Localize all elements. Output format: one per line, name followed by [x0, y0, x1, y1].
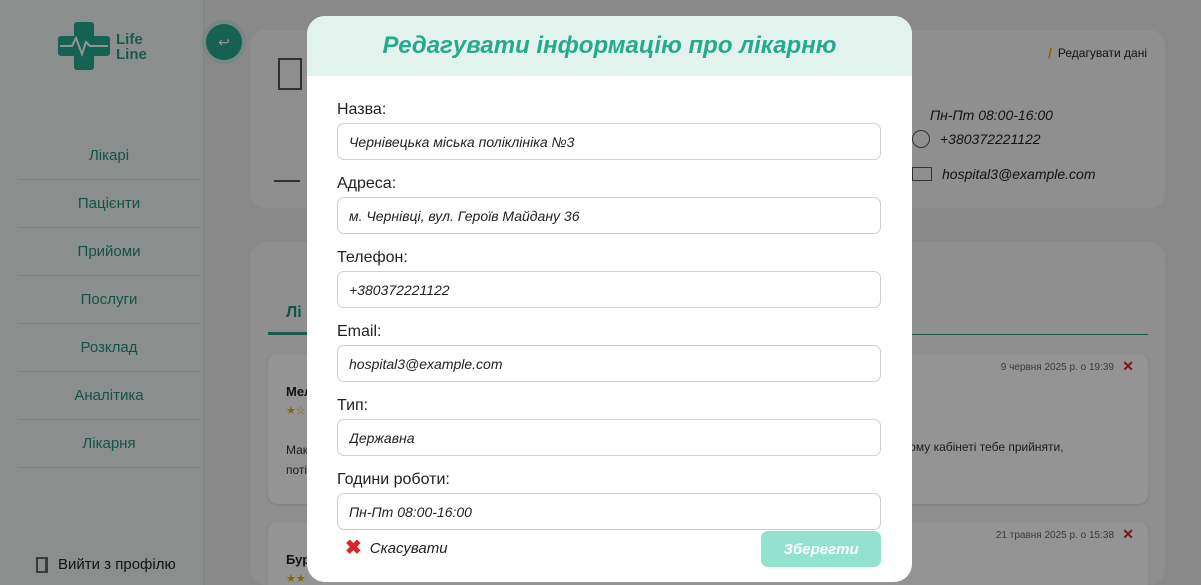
- field-label-phone: Телефон:: [337, 249, 408, 266]
- field-phone: Телефон:: [337, 248, 881, 308]
- field-email: Email:: [337, 322, 881, 382]
- hours-input[interactable]: [337, 493, 881, 530]
- email-input[interactable]: [337, 345, 881, 382]
- cancel-label: Скасувати: [369, 539, 448, 557]
- modal-title: Редагувати інформацію про лікарню: [382, 32, 837, 59]
- type-input[interactable]: [337, 419, 881, 456]
- field-label-type: Тип:: [337, 397, 369, 414]
- save-button[interactable]: Зберегти: [761, 531, 881, 567]
- field-label-email: Email:: [337, 323, 382, 340]
- field-label-name: Назва:: [337, 101, 387, 118]
- field-type: Тип:: [337, 396, 881, 456]
- address-input[interactable]: [337, 197, 881, 234]
- close-icon: ✖: [345, 537, 362, 559]
- field-label-hours: Години роботи:: [337, 471, 450, 488]
- edit-hospital-modal: Редагувати інформацію про лікарню Назва:…: [307, 16, 912, 582]
- modal-actions: ✖ Скасувати Зберегти: [345, 531, 881, 569]
- phone-input[interactable]: [337, 271, 881, 308]
- field-label-address: Адреса:: [337, 175, 397, 192]
- name-input[interactable]: [337, 123, 881, 160]
- modal-form: Назва: Адреса: Телефон: Email: Тип: Годи…: [337, 100, 881, 544]
- field-hours: Години роботи:: [337, 470, 881, 530]
- field-name: Назва:: [337, 100, 881, 160]
- cancel-button[interactable]: ✖ Скасувати: [345, 537, 448, 559]
- modal-header: Редагувати інформацію про лікарню: [307, 16, 912, 76]
- field-address: Адреса:: [337, 174, 881, 234]
